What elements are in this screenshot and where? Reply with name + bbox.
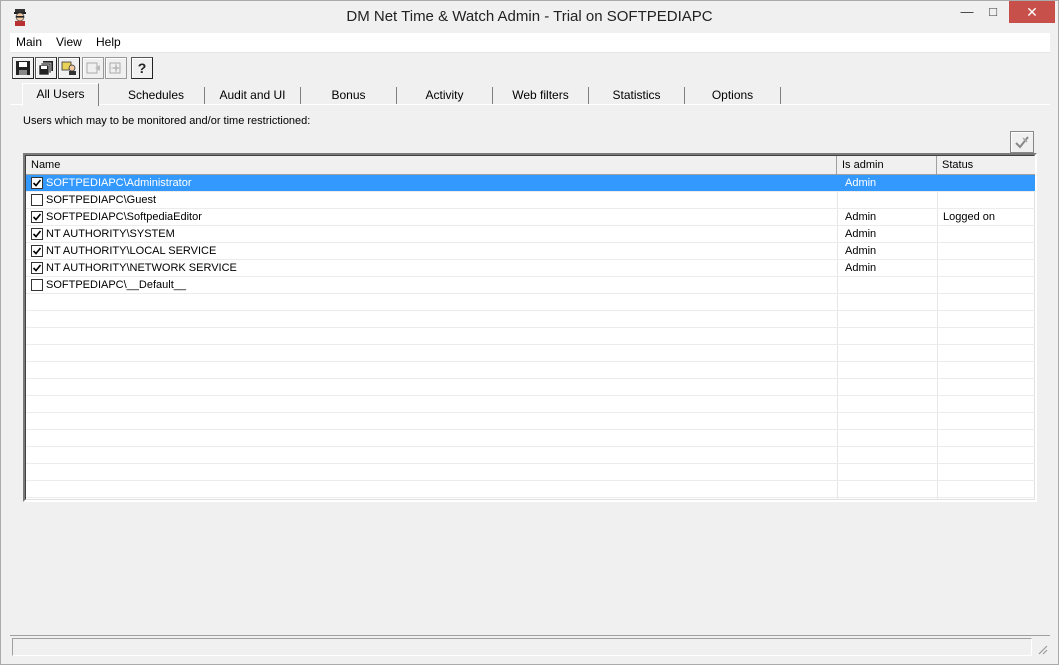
tab-options[interactable]: Options xyxy=(685,87,781,105)
status-pane xyxy=(12,638,1032,656)
check-icon xyxy=(32,230,42,238)
menu-view[interactable]: View xyxy=(51,35,87,49)
help-icon-glyph: ? xyxy=(138,60,147,76)
table-row[interactable]: SOFTPEDIAPC\Guest xyxy=(26,192,1035,209)
save-button[interactable] xyxy=(12,57,34,79)
empty-row xyxy=(26,345,1035,362)
disabled-tool-icon xyxy=(86,62,100,74)
tab-strip: All Users Schedules Audit and UI Bonus A… xyxy=(10,83,1050,106)
user-name-cell: SOFTPEDIAPC\Guest xyxy=(46,194,157,206)
check-icon xyxy=(32,179,42,187)
status-cell xyxy=(940,226,943,243)
is-admin-cell: Admin xyxy=(845,262,877,274)
edit-users-button[interactable] xyxy=(1010,131,1034,153)
disabled-tool-icon xyxy=(109,62,122,74)
user-checkbox[interactable] xyxy=(31,228,43,240)
column-header-name[interactable]: Name xyxy=(26,156,837,175)
checkmark-pen-icon xyxy=(1015,136,1029,149)
empty-row xyxy=(26,464,1035,481)
window-title: DM Net Time & Watch Admin - Trial on SOF… xyxy=(346,8,713,25)
is-admin-cell: Admin xyxy=(845,228,877,240)
app-window: DM Net Time & Watch Admin - Trial on SOF… xyxy=(0,0,1059,665)
column-header-status[interactable]: Status xyxy=(937,156,1035,175)
toolbar: ? xyxy=(10,55,1050,81)
empty-row xyxy=(26,328,1035,345)
empty-row xyxy=(26,396,1035,413)
status-cell xyxy=(940,277,943,294)
copy-all-icon xyxy=(38,61,53,76)
empty-row xyxy=(26,498,1035,500)
is-admin-cell: Admin xyxy=(845,177,877,189)
user-checkbox[interactable] xyxy=(31,194,43,206)
table-row[interactable]: SOFTPEDIAPC\SoftpediaEditor Admin Logged o… xyxy=(26,209,1035,226)
is-admin-cell: Admin xyxy=(845,211,877,223)
empty-row xyxy=(26,311,1035,328)
disabled-tool-button-2[interactable] xyxy=(105,57,127,79)
is-admin-cell xyxy=(841,277,845,294)
status-bar xyxy=(10,635,1050,657)
check-icon xyxy=(32,213,42,221)
check-icon xyxy=(32,264,42,272)
save-icon xyxy=(16,61,30,75)
tab-web-filters[interactable]: Web filters xyxy=(493,87,589,105)
menu-main[interactable]: Main xyxy=(11,35,47,49)
users-list-header: Name Is admin Status xyxy=(26,156,1035,175)
status-cell xyxy=(940,175,943,192)
users-list-frame: Name Is admin Status SOFTPEDIAPC\Adminis… xyxy=(25,155,1035,500)
resize-grip-icon[interactable] xyxy=(1036,643,1048,655)
user-name-cell: NT AUTHORITY\SYSTEM xyxy=(46,228,175,240)
maximize-button[interactable]: □ xyxy=(978,1,1008,23)
empty-row xyxy=(26,430,1035,447)
users-list[interactable]: Name Is admin Status SOFTPEDIAPC\Adminis… xyxy=(23,153,1037,502)
users-button[interactable] xyxy=(58,57,80,79)
status-cell: Logged on xyxy=(943,211,995,223)
empty-row xyxy=(26,447,1035,464)
user-checkbox[interactable] xyxy=(31,279,43,291)
check-icon xyxy=(32,247,42,255)
tab-activity[interactable]: Activity xyxy=(397,87,493,105)
user-name-cell: SOFTPEDIAPC\__Default__ xyxy=(46,279,187,291)
table-row[interactable]: SOFTPEDIAPC\Administrator Admin xyxy=(26,175,1035,192)
user-name-cell: NT AUTHORITY\NETWORK SERVICE xyxy=(46,262,237,274)
empty-row xyxy=(26,362,1035,379)
copy-all-button[interactable] xyxy=(35,57,57,79)
help-icon: ? xyxy=(138,60,147,76)
table-row[interactable]: SOFTPEDIAPC\__Default__ xyxy=(26,277,1035,294)
disabled-tool-button-1[interactable] xyxy=(82,57,104,79)
empty-row xyxy=(26,379,1035,396)
column-header-is-admin[interactable]: Is admin xyxy=(837,156,937,175)
tab-audit-and-ui[interactable]: Audit and UI xyxy=(205,87,301,105)
status-cell xyxy=(940,192,943,209)
menu-help[interactable]: Help xyxy=(91,35,126,49)
user-name-cell: NT AUTHORITY\LOCAL SERVICE xyxy=(46,245,217,257)
empty-row xyxy=(26,413,1035,430)
user-checkbox[interactable] xyxy=(31,262,43,274)
table-row[interactable]: NT AUTHORITY\NETWORK SERVICE Admin xyxy=(26,260,1035,277)
status-cell xyxy=(940,260,943,277)
tab-all-users[interactable]: All Users xyxy=(22,83,99,106)
user-checkbox[interactable] xyxy=(31,211,43,223)
tab-statistics[interactable]: Statistics xyxy=(589,87,685,105)
close-button[interactable]: ✕ xyxy=(1009,1,1055,23)
status-cell xyxy=(940,243,943,260)
user-name-cell: SOFTPEDIAPC\SoftpediaEditor xyxy=(46,211,202,223)
empty-row xyxy=(26,481,1035,498)
empty-row xyxy=(26,294,1035,311)
users-icon xyxy=(61,61,76,75)
tab-schedules[interactable]: Schedules xyxy=(108,87,205,105)
help-button[interactable]: ? xyxy=(131,57,153,79)
menu-bar: Main View Help xyxy=(10,33,1050,53)
is-admin-cell xyxy=(841,192,845,209)
title-bar: DM Net Time & Watch Admin - Trial on SOF… xyxy=(1,1,1058,33)
table-row[interactable]: NT AUTHORITY\LOCAL SERVICE Admin xyxy=(26,243,1035,260)
user-name-cell: SOFTPEDIAPC\Administrator xyxy=(46,177,192,189)
user-checkbox[interactable] xyxy=(31,245,43,257)
users-hint-label: Users which may to be monitored and/or t… xyxy=(23,115,311,127)
table-row[interactable]: NT AUTHORITY\SYSTEM Admin xyxy=(26,226,1035,243)
user-checkbox[interactable] xyxy=(31,177,43,189)
is-admin-cell: Admin xyxy=(845,245,877,257)
tab-bonus[interactable]: Bonus xyxy=(301,87,397,105)
